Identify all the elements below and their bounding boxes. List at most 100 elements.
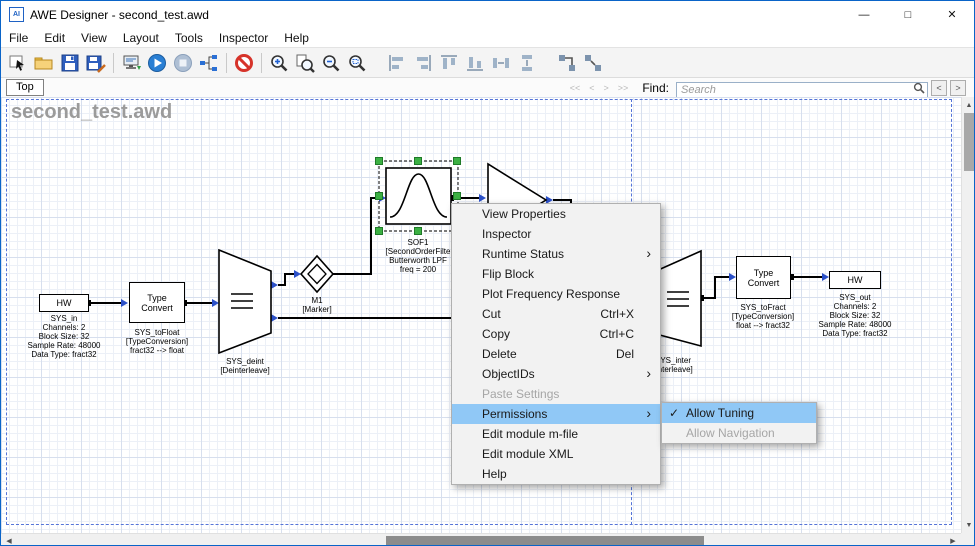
save-as-button[interactable] (83, 50, 109, 76)
menu-help[interactable]: Help (276, 28, 317, 47)
scroll-up-icon[interactable] (962, 99, 975, 111)
horizontal-scrollbar[interactable] (1, 533, 961, 546)
caption-sys-tofloat: SYS_toFloat[TypeConversion]fract32 --> f… (102, 328, 212, 355)
menu-item-objectids[interactable]: ObjectIDs (452, 364, 660, 384)
menu-item-inspector[interactable]: Inspector (452, 224, 660, 244)
context-menu: View Properties Inspector Runtime Status… (451, 203, 661, 485)
minimize-button[interactable]: — (842, 1, 886, 28)
route-direct-icon (582, 52, 604, 74)
tab-top[interactable]: Top (6, 79, 44, 96)
output-arrow-pin[interactable] (271, 281, 278, 289)
menu-item-runtime-status[interactable]: Runtime Status (452, 244, 660, 264)
menu-file[interactable]: File (1, 28, 36, 47)
block-m1-marker[interactable] (301, 256, 333, 292)
zoom-selection-button[interactable] (344, 50, 370, 76)
menu-inspector[interactable]: Inspector (211, 28, 276, 47)
input-arrow-pin[interactable] (729, 273, 736, 281)
menu-item-view-properties[interactable]: View Properties (452, 204, 660, 224)
route-direct-button[interactable] (580, 50, 606, 76)
zoom-page-icon (294, 52, 316, 74)
distribute-horizontal-button[interactable] (488, 50, 514, 76)
submenu-item-allow-tuning[interactable]: Allow Tuning (662, 403, 816, 423)
output-arrow-pin[interactable] (271, 314, 278, 322)
input-arrow-pin[interactable] (212, 299, 219, 307)
permissions-submenu: Allow Tuning Allow Navigation (661, 402, 817, 444)
block-sys-out[interactable]: HW (829, 271, 881, 289)
menu-item-help[interactable]: Help (452, 464, 660, 484)
route-auto-button[interactable] (554, 50, 580, 76)
v-scroll-thumb[interactable] (964, 113, 974, 171)
block-sof1[interactable] (386, 168, 451, 224)
shortcut-label: Ctrl+C (600, 327, 652, 341)
find-back-button[interactable]: < (586, 83, 597, 93)
menu-item-cut[interactable]: CutCtrl+X (452, 304, 660, 324)
maximize-button[interactable]: □ (886, 1, 930, 28)
scroll-right-icon[interactable] (947, 534, 959, 546)
pointer-tool-button[interactable] (5, 50, 31, 76)
distribute-horizontal-icon (490, 52, 512, 74)
align-top-button[interactable] (436, 50, 462, 76)
menu-layout[interactable]: Layout (115, 28, 167, 47)
find-first-button[interactable]: << (567, 83, 584, 93)
save-as-icon (85, 52, 107, 74)
halt-audio-button[interactable] (231, 50, 257, 76)
menu-edit[interactable]: Edit (36, 28, 73, 47)
pointer-tool-icon (7, 52, 29, 74)
zoom-page-button[interactable] (292, 50, 318, 76)
align-bottom-button[interactable] (462, 50, 488, 76)
run-button[interactable] (144, 50, 170, 76)
deploy-target-icon (120, 52, 142, 74)
h-scroll-thumb[interactable] (386, 536, 704, 546)
find-forward-button[interactable]: > (601, 83, 612, 93)
menu-tools[interactable]: Tools (167, 28, 211, 47)
shortcut-label: Del (616, 347, 652, 361)
open-button[interactable] (31, 50, 57, 76)
caption-m1: M1[Marker] (262, 296, 372, 314)
block-sys-in[interactable]: HW (39, 294, 89, 312)
find-next-button[interactable]: > (950, 80, 966, 96)
menu-view[interactable]: View (73, 28, 115, 47)
shortcut-label: Ctrl+X (600, 307, 652, 321)
caption-sys-out: SYS_outChannels: 2Block Size: 32Sample R… (800, 293, 910, 338)
toolbar (1, 47, 974, 78)
deploy-button[interactable] (118, 50, 144, 76)
scroll-down-icon[interactable] (962, 519, 975, 531)
align-left-button[interactable] (384, 50, 410, 76)
menu-item-flip-block[interactable]: Flip Block (452, 264, 660, 284)
stop-button[interactable] (170, 50, 196, 76)
find-last-button[interactable]: >> (615, 83, 632, 93)
block-sys-tofloat[interactable]: Type Convert (129, 282, 185, 323)
find-label: Find: (642, 81, 669, 95)
distribute-vertical-button[interactable] (514, 50, 540, 76)
close-button[interactable]: ✕ (930, 1, 974, 28)
find-prev-button[interactable]: < (931, 80, 947, 96)
open-folder-icon (33, 52, 55, 74)
app-window: AI AWE Designer - second_test.awd — □ ✕ … (0, 0, 975, 546)
zoom-out-icon (320, 52, 342, 74)
tab-row: Top << < > >> Find: < > (1, 78, 974, 97)
menu-item-copy[interactable]: CopyCtrl+C (452, 324, 660, 344)
input-arrow-pin[interactable] (822, 273, 829, 281)
vertical-scrollbar[interactable] (961, 97, 975, 533)
propagate-button[interactable] (196, 50, 222, 76)
input-arrow-pin[interactable] (479, 194, 486, 202)
menu-item-plot-frequency-response[interactable]: Plot Frequency Response (452, 284, 660, 304)
block-sys-tofract[interactable]: Type Convert (736, 256, 791, 299)
find-input[interactable] (676, 82, 928, 98)
input-arrow-pin[interactable] (121, 299, 128, 307)
zoom-out-button[interactable] (318, 50, 344, 76)
align-top-icon (438, 52, 460, 74)
menu-item-edit-module-xml[interactable]: Edit module XML (452, 444, 660, 464)
menu-item-delete[interactable]: DeleteDel (452, 344, 660, 364)
align-right-button[interactable] (410, 50, 436, 76)
window-title: AWE Designer - second_test.awd (30, 8, 209, 22)
save-button[interactable] (57, 50, 83, 76)
app-logo-icon: AI (9, 7, 24, 22)
wire-inter-tofract[interactable] (701, 277, 730, 298)
menu-item-permissions[interactable]: Permissions (452, 404, 660, 424)
scroll-left-icon[interactable] (3, 534, 15, 546)
run-icon (146, 52, 168, 74)
menu-item-edit-module-m-file[interactable]: Edit module m-file (452, 424, 660, 444)
zoom-in-button[interactable] (266, 50, 292, 76)
align-bottom-icon (464, 52, 486, 74)
